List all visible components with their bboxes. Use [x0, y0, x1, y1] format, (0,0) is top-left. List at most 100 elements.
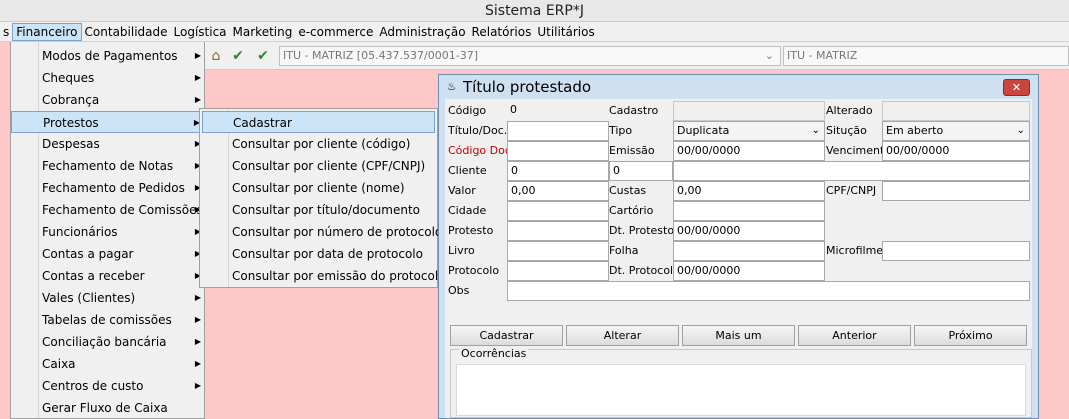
menu-item-0[interactable]: Modos de Pagamentos ▶	[11, 45, 205, 67]
cliente-code2-field[interactable]: 0	[609, 161, 673, 181]
titulo-doc-field[interactable]	[507, 121, 609, 141]
menu-item-10[interactable]: Contas a receber ▶	[11, 265, 205, 287]
submenu-item-2[interactable]: Consultar por cliente (CPF/CNPJ)	[202, 155, 435, 177]
menu-item-4[interactable]: Despesas ▶	[11, 133, 205, 155]
submenu-item-4[interactable]: Consultar por título/documento	[202, 199, 435, 221]
valor-field[interactable]: 0,00	[507, 181, 609, 201]
submenu-item-5[interactable]: Consultar por número de protocolo	[202, 221, 442, 243]
codigo-field: 0	[507, 101, 607, 121]
close-button[interactable]: ✕	[1003, 79, 1030, 96]
codigo-doc-field[interactable]	[507, 141, 609, 161]
label-emissao: Emissão	[609, 144, 655, 157]
menu-item-1[interactable]: Cheques ▶	[11, 67, 205, 89]
menu-logistica[interactable]: Logística	[171, 22, 230, 42]
proximo-button[interactable]: Próximo	[914, 325, 1027, 346]
label-situacao: Situção	[826, 124, 867, 137]
menu-financeiro[interactable]: Financeiro	[12, 22, 82, 41]
label-dt-protesto: Dt. Protesto	[609, 224, 675, 237]
cliente-code-field[interactable]: 0	[507, 161, 609, 181]
menu-marketing[interactable]: Marketing	[230, 22, 296, 42]
label-cliente: Cliente	[448, 164, 487, 177]
menubar: s Financeiro Contabilidade Logística Mar…	[0, 22, 1069, 42]
alterar-button[interactable]: Alterar	[566, 325, 679, 346]
protesto-field[interactable]	[507, 221, 609, 241]
menu-item-7[interactable]: Fechamento de Comissões ▶	[11, 199, 205, 221]
mais-um-button[interactable]: Mais um	[682, 325, 795, 346]
menu-ecommerce[interactable]: e-commerce	[295, 22, 376, 42]
menu-item-3[interactable]: Protestos ▶	[11, 111, 205, 133]
chevron-down-icon: ⌄	[1016, 125, 1025, 136]
menu-item-label: Funcionários	[42, 225, 118, 239]
menu-administracao[interactable]: Administração	[376, 22, 468, 42]
submenu-arrow-icon: ▶	[194, 315, 201, 324]
label-cadastro: Cadastro	[609, 104, 659, 117]
cidade-field[interactable]	[507, 201, 609, 221]
menu-item-12[interactable]: Tabelas de comissões ▶	[11, 309, 205, 331]
home-icon[interactable]: ⌂	[207, 47, 225, 65]
menu-contabilidade[interactable]: Contabilidade	[82, 22, 171, 42]
check-icon[interactable]: ✔	[229, 47, 247, 65]
menu-item-13[interactable]: Conciliação bancária ▶	[11, 331, 205, 353]
menu-item-2[interactable]: Cobrança ▶	[11, 89, 205, 111]
emissao-field[interactable]: 00/00/0000	[673, 141, 825, 161]
anterior-button[interactable]: Anterior	[798, 325, 911, 346]
menu-item-label: Cobrança	[42, 93, 100, 107]
submenu-item-7[interactable]: Consultar por emissão do protocolo	[202, 265, 446, 287]
label-cartorio: Cartório	[609, 204, 654, 217]
ocorrencias-title: Ocorrências	[459, 347, 529, 360]
dt-protocolo-field[interactable]: 00/00/0000	[673, 261, 825, 281]
submenu-item-1[interactable]: Consultar por cliente (código)	[202, 133, 435, 155]
microfilme-field[interactable]	[882, 241, 1030, 261]
label-tipo: Tipo	[609, 124, 633, 137]
vencimento-field[interactable]: 00/00/0000	[882, 141, 1030, 161]
label-cidade: Cidade	[448, 204, 487, 217]
cadastro-field	[673, 101, 825, 121]
cliente-name-field[interactable]	[673, 161, 1030, 181]
livro-field[interactable]	[507, 241, 609, 261]
menu-item-8[interactable]: Funcionários ▶	[11, 221, 205, 243]
menu-item-5[interactable]: Fechamento de Notas ▶	[11, 155, 205, 177]
menu-item-label: Fechamento de Pedidos	[42, 181, 185, 195]
titulo-protestado-dialog: ♨ Título protestado ✕ Código 0 Cadastro …	[438, 74, 1039, 419]
menu-item-14[interactable]: Caixa ▶	[11, 353, 205, 375]
company-select-value: ITU - MATRIZ [05.437.537/0001-37]	[283, 49, 479, 62]
menu-partial[interactable]: s	[0, 22, 12, 42]
menu-item-label: Vales (Clientes)	[42, 291, 136, 305]
menu-item-label: Gerar Fluxo de Caixa	[42, 401, 168, 415]
dt-protesto-field[interactable]: 00/00/0000	[673, 221, 825, 241]
cadastrar-button[interactable]: Cadastrar	[450, 325, 563, 346]
check-all-icon[interactable]: ✔	[254, 47, 272, 65]
submenu-item-3[interactable]: Consultar por cliente (nome)	[202, 177, 435, 199]
company-select[interactable]: ITU - MATRIZ [05.437.537/0001-37] ⌄	[279, 46, 781, 66]
menu-item-6[interactable]: Fechamento de Pedidos ▶	[11, 177, 205, 199]
menu-item-15[interactable]: Centros de custo ▶	[11, 375, 205, 397]
custas-field[interactable]: 0,00	[673, 181, 825, 201]
label-codigo: Código	[448, 104, 487, 117]
menu-item-label: Fechamento de Comissões	[42, 203, 203, 217]
menu-item-label: Despesas	[42, 137, 100, 151]
branch-select[interactable]: ITU - MATRIZ	[783, 46, 1069, 66]
label-alterado: Alterado	[826, 104, 873, 117]
tipo-select[interactable]: Duplicata ⌄	[673, 121, 825, 141]
label-folha: Folha	[609, 244, 639, 257]
situacao-select[interactable]: Em aberto ⌄	[882, 121, 1030, 141]
obs-field[interactable]	[507, 281, 1030, 301]
menu-relatorios[interactable]: Relatórios	[469, 22, 535, 42]
label-protocolo: Protocolo	[448, 264, 500, 277]
submenu-item-0[interactable]: Cadastrar	[202, 111, 435, 133]
submenu-arrow-icon: ▶	[194, 381, 201, 390]
menu-utilitarios[interactable]: Utilitários	[534, 22, 597, 42]
cartorio-field[interactable]	[673, 201, 825, 221]
ocorrencias-list[interactable]	[456, 364, 1026, 416]
folha-field[interactable]	[673, 241, 825, 261]
cpf-cnpj-field[interactable]	[882, 181, 1030, 201]
menu-item-label: Contas a receber	[42, 269, 145, 283]
menu-item-9[interactable]: Contas a pagar ▶	[11, 243, 205, 265]
java-icon: ♨	[446, 80, 457, 93]
submenu-item-6[interactable]: Consultar por data de protocolo	[202, 243, 435, 265]
label-microfilme: Microfilme	[826, 244, 884, 257]
menu-item-16[interactable]: Gerar Fluxo de Caixa	[11, 397, 205, 419]
label-codigo-doc: Código Doc.	[448, 144, 515, 157]
protocolo-field[interactable]	[507, 261, 609, 281]
menu-item-11[interactable]: Vales (Clientes) ▶	[11, 287, 205, 309]
